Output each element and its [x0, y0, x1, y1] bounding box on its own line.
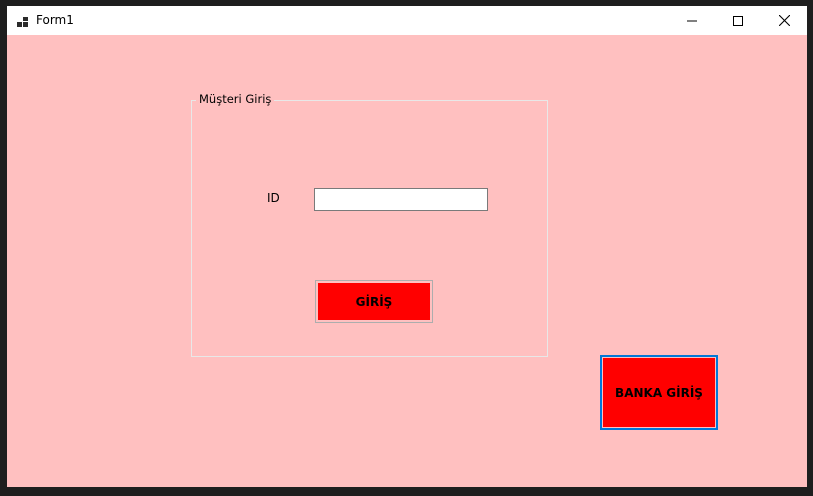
- minimize-icon: [687, 20, 697, 21]
- form-client-area: Müşteri Giriş ID GİRİŞ BANKA GİRİŞ: [7, 35, 807, 487]
- maximize-icon: [733, 15, 743, 26]
- customer-login-button-label: GİRİŞ: [355, 294, 393, 309]
- customer-login-button[interactable]: GİRİŞ: [315, 280, 433, 323]
- window-title: Form1: [36, 13, 74, 27]
- winforms-app-icon: [17, 14, 30, 27]
- maximize-button[interactable]: [715, 6, 761, 35]
- close-icon: [778, 15, 790, 26]
- bank-login-button-label: BANKA GİRİŞ: [615, 385, 703, 400]
- id-input[interactable]: [314, 188, 488, 211]
- customer-login-group-title: Müşteri Giriş: [196, 92, 275, 106]
- title-bar[interactable]: Form1: [7, 6, 807, 35]
- minimize-button[interactable]: [669, 6, 715, 35]
- id-label: ID: [267, 191, 280, 205]
- close-button[interactable]: [761, 6, 807, 35]
- form-window: Form1 Müşteri Giriş ID GİRİŞ BANKA GİRİŞ: [7, 6, 807, 487]
- bank-login-button[interactable]: BANKA GİRİŞ: [600, 355, 718, 430]
